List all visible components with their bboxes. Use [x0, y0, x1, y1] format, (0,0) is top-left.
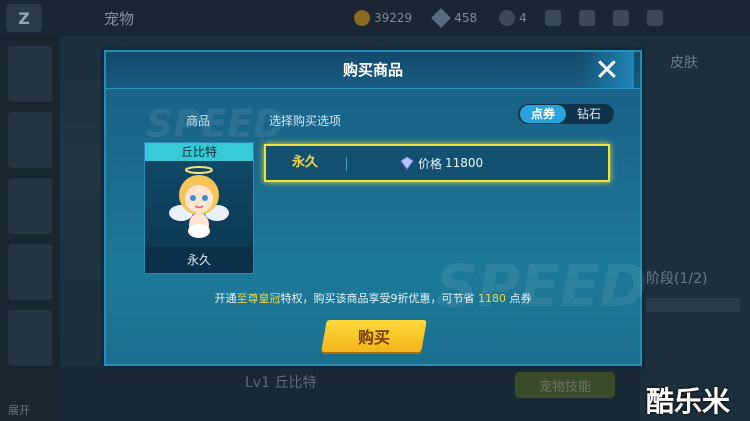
pet-thumb[interactable]: [8, 178, 52, 234]
pet-level-label: Lv1 丘比特: [245, 375, 317, 391]
site-watermark: 酷乐米: [646, 385, 731, 418]
wifi-icon: [646, 10, 663, 26]
pet-thumb[interactable]: [8, 244, 52, 300]
stage-label: 阶段(1/2): [646, 271, 708, 287]
option-price: 价格 11800: [400, 146, 483, 180]
crown-promo-text: 开通至尊皇冠特权，购买该商品享受9折优惠，可节省 1180 点券: [106, 290, 640, 306]
pet-thumb[interactable]: [8, 112, 52, 168]
cupid-pet-image: [145, 161, 253, 247]
buy-button[interactable]: 购买: [321, 320, 427, 352]
coin-value: 39229: [374, 11, 413, 25]
top-bar: Z 宠物 39229 458 4: [0, 0, 750, 36]
skin-tab[interactable]: 皮肤: [670, 52, 698, 72]
voucher-icon: [400, 156, 414, 170]
game-logo: Z: [6, 4, 42, 32]
currency-toggle: 点券 钻石: [518, 104, 614, 124]
divider: [346, 157, 347, 171]
promo-text: 点券: [509, 292, 532, 305]
close-icon: ✕: [594, 52, 620, 88]
cupid-pet-icon: [169, 166, 229, 238]
expand-toggle[interactable]: 展开: [8, 402, 30, 418]
screen-title: 宠物: [104, 9, 135, 28]
profile-icon[interactable]: [578, 10, 595, 26]
buy-button-label: 购买: [357, 328, 390, 347]
token-value: 4: [519, 11, 527, 25]
promo-text: 开通: [214, 292, 237, 305]
coin-counter: 39229: [354, 10, 412, 26]
diamond-value: 458: [454, 11, 478, 25]
stage-bar: [646, 298, 740, 312]
item-counter: 4: [499, 10, 527, 26]
option-duration: 永久: [292, 155, 319, 170]
speed-watermark: SPEED: [146, 102, 285, 146]
crown-privilege-link[interactable]: 至尊皇冠: [237, 292, 281, 305]
add-icon[interactable]: [544, 10, 561, 26]
promo-text: 特权，购买该商品享受9折优惠，可节省: [280, 292, 475, 305]
diamond-counter: 458: [431, 8, 478, 28]
coin-icon: [354, 10, 371, 26]
item-duration: 永久: [145, 247, 253, 273]
token-icon: [499, 10, 516, 26]
pet-thumb[interactable]: [8, 310, 52, 366]
item-name: 丘比特: [145, 143, 253, 161]
purchase-option-permanent[interactable]: 永久 价格 11800: [264, 144, 610, 182]
close-button[interactable]: ✕: [580, 52, 634, 88]
savings-amount: 1180: [478, 292, 506, 305]
speed-watermark: SPEED: [436, 252, 648, 320]
right-panel: 皮肤 阶段(1/2): [640, 36, 750, 421]
pet-skill-button[interactable]: 宠物技能: [515, 372, 615, 398]
settings-icon[interactable]: [612, 10, 629, 26]
item-card: 丘比特 永久: [144, 142, 254, 274]
currency-option-diamond[interactable]: 钻石: [566, 105, 612, 123]
purchase-dialog: SPEED SPEED 购买商品 ✕ 商品 选择购买选项 点券 钻石 丘比特 永…: [104, 50, 648, 366]
options-column-label: 选择购买选项: [269, 114, 342, 128]
price-value: 11800: [445, 156, 484, 170]
dialog-title: 购买商品: [342, 61, 403, 79]
pet-thumb[interactable]: [8, 46, 52, 102]
currency-option-voucher[interactable]: 点券: [520, 105, 566, 123]
diamond-icon: [431, 8, 452, 28]
pet-list: [0, 36, 60, 421]
goods-column-label: 商品: [186, 114, 211, 128]
price-prefix: 价格: [418, 156, 443, 171]
